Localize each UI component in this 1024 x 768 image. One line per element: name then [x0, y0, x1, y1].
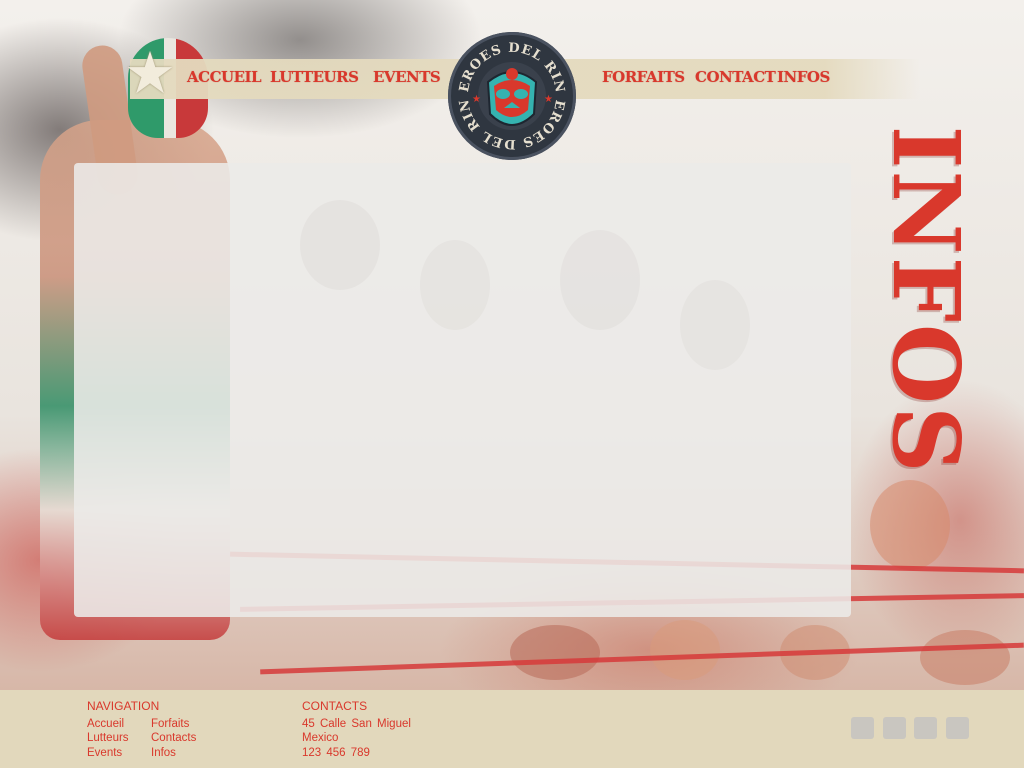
crowd-figure [870, 480, 950, 570]
social-icon-2[interactable] [883, 717, 906, 739]
ring-rope [260, 642, 1024, 675]
crowd-figure [650, 620, 720, 680]
heroes-del-ring-logo[interactable]: HEROES DEL RING HEROES DEL RING ★ ★ [448, 32, 576, 160]
svg-text:★: ★ [472, 94, 481, 105]
page-title: INFOS [872, 125, 980, 475]
footer-link-accueil[interactable]: Accueil [87, 718, 124, 730]
social-icon-4[interactable] [946, 717, 969, 739]
nav-item-infos[interactable]: INFOS [777, 68, 830, 86]
nav-item-events[interactable]: EVENTS [373, 68, 441, 86]
footer-address-line1: 45 Calle San Miguel [302, 718, 411, 730]
footer-link-forfaits[interactable]: Forfaits [151, 718, 189, 730]
social-icon-1[interactable] [851, 717, 874, 739]
footer-link-lutteurs[interactable]: Lutteurs [87, 732, 129, 744]
footer-phone: 123 456 789 [302, 747, 370, 759]
star-icon: ★ [124, 41, 176, 106]
nav-item-forfaits[interactable]: FORFAITS [602, 68, 685, 86]
luchador-mask-icon: HEROES DEL RING HEROES DEL RING ★ ★ [448, 32, 572, 156]
svg-text:★: ★ [544, 94, 553, 105]
nav-item-lutteurs[interactable]: LUTTEURS [270, 68, 359, 86]
nav-item-accueil[interactable]: ACCUEIL [187, 68, 262, 86]
footer-navigation-heading: NAVIGATION [87, 699, 160, 713]
crowd-figure [510, 625, 600, 680]
footer-address-line2: Mexico [302, 732, 339, 744]
footer-contacts-heading: CONTACTS [302, 699, 368, 713]
footer-link-events[interactable]: Events [87, 747, 122, 759]
footer-link-infos[interactable]: Infos [151, 747, 176, 759]
social-icon-3[interactable] [914, 717, 937, 739]
nav-item-contact[interactable]: CONTACT [695, 68, 776, 86]
content-panel [74, 163, 851, 617]
footer-link-contacts[interactable]: Contacts [151, 732, 196, 744]
crowd-figure [920, 630, 1010, 685]
